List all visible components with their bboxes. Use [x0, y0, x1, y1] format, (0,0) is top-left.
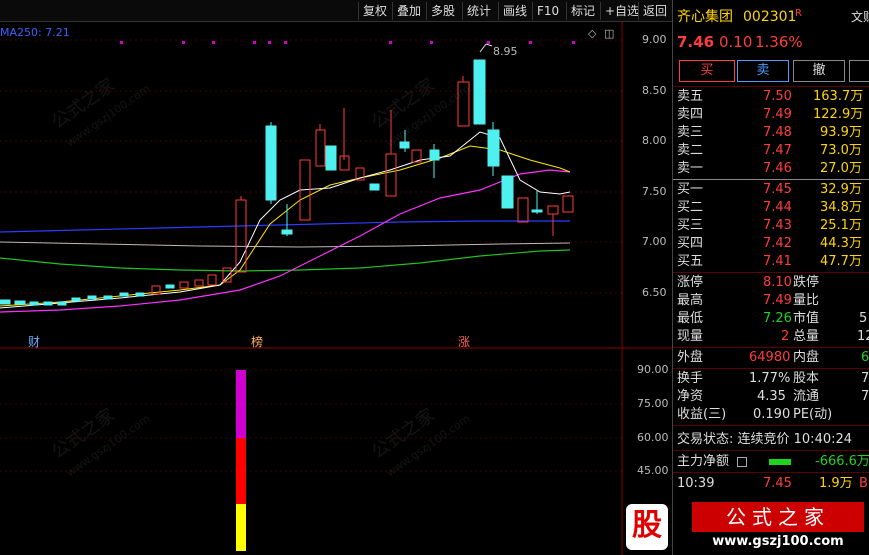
event-marker-rise[interactable]: 涨: [458, 333, 470, 350]
bid-row: 买一 7.45 32.9万: [677, 182, 862, 197]
indicator-tick: 75.00: [637, 397, 669, 410]
tick-row: 10:39 7.45 1.9万 B: [677, 476, 868, 491]
trade-status: 交易状态: 连续竞价 10:40:24: [677, 432, 853, 447]
event-marker-finance[interactable]: 财: [28, 333, 40, 350]
price-line: 7.46 0.10 1.36%: [673, 33, 869, 51]
price-tick: 8.50: [642, 84, 667, 97]
sell-button[interactable]: 卖: [737, 60, 789, 82]
logo-stock-badge: 股: [626, 504, 668, 550]
extra-tab: 文财: [851, 10, 869, 24]
stock-header: 齐心集团 002301 R 文财: [673, 8, 869, 26]
price-change: 0.10: [719, 33, 753, 51]
buy-button[interactable]: 买: [679, 60, 735, 82]
price-tick: 9.00: [642, 33, 667, 46]
main-flow-row: 主力净额 -666.6万: [677, 454, 869, 469]
stat-row: 最高 7.49 量比: [677, 293, 820, 308]
outer-inner-row: 外盘 64980 内盘 6: [677, 350, 869, 365]
stat2-row: 收益(三) 0.190 PE(动): [677, 407, 833, 422]
price-change-pct: 1.36%: [755, 33, 803, 51]
stock-name: 齐心集团: [677, 9, 733, 25]
more-button[interactable]: [849, 60, 869, 82]
indicator-tick: 60.00: [637, 431, 669, 444]
event-marker-list[interactable]: 榜: [251, 333, 263, 350]
ask-row: 卖一 7.46 27.0万: [677, 161, 862, 176]
price-tick: 6.50: [642, 286, 667, 299]
quote-panel: 齐心集团 002301 R 文财 7.46 0.10 1.36% 买 卖 撤 卖…: [672, 0, 869, 555]
stock-badge: R: [795, 8, 802, 19]
stat-row: 最低 7.26 市值 5: [677, 311, 868, 326]
ask-row: 卖二 7.47 73.0万: [677, 143, 862, 158]
site-logo: 股 公式之家 www.gszj100.com: [620, 500, 869, 555]
stat-row: 现量2总量12: [677, 329, 869, 344]
ma-line-gray: [0, 241, 571, 248]
bid-row: 买三 7.43 25.1万: [677, 218, 862, 233]
bid-row: 买二 7.44 34.8万: [677, 200, 862, 215]
panel-toggle-icon: ◫: [604, 27, 614, 40]
high-price-marker: 8.95: [493, 45, 518, 58]
ma-line-white: [0, 131, 571, 309]
logo-url: www.gszj100.com: [712, 534, 844, 549]
price-tick: 8.00: [642, 134, 667, 147]
ask-row: 卖四 7.49 122.9万: [677, 107, 864, 122]
stat2-row: 换手 1.77% 股本 7: [677, 371, 869, 386]
signal-dots: [120, 41, 575, 44]
bid-row: 买五 7.41 47.7万: [677, 254, 862, 269]
current-price: 7.46: [677, 33, 715, 51]
flow-bar: [769, 459, 791, 465]
stat2-row: 净资 4.35 流通 7: [677, 389, 869, 404]
cancel-button[interactable]: 撤: [793, 60, 845, 82]
indicator-tick: 45.00: [637, 464, 669, 477]
stat-row: 涨停 8.10 跌停: [677, 275, 820, 290]
kline-chart[interactable]: ◇ ◫: [0, 0, 672, 555]
price-tick: 7.00: [642, 235, 667, 248]
price-tick: 7.50: [642, 185, 667, 198]
stock-code: 002301: [743, 9, 797, 25]
ma-line-green: [0, 249, 571, 272]
ma-line-yellow: [0, 145, 571, 307]
logo-text: 公式之家: [692, 502, 864, 532]
menu-icon: [737, 457, 747, 467]
indicator-bar: [236, 370, 246, 551]
ask-row: 卖五 7.50 163.7万: [677, 89, 864, 104]
ma-line-magenta: [0, 169, 571, 313]
ask-row: 卖三 7.48 93.9万: [677, 125, 862, 140]
indicator-tick: 90.00: [637, 363, 669, 376]
diamond-icon: ◇: [588, 27, 597, 40]
bid-row: 买四 7.42 44.3万: [677, 236, 862, 251]
